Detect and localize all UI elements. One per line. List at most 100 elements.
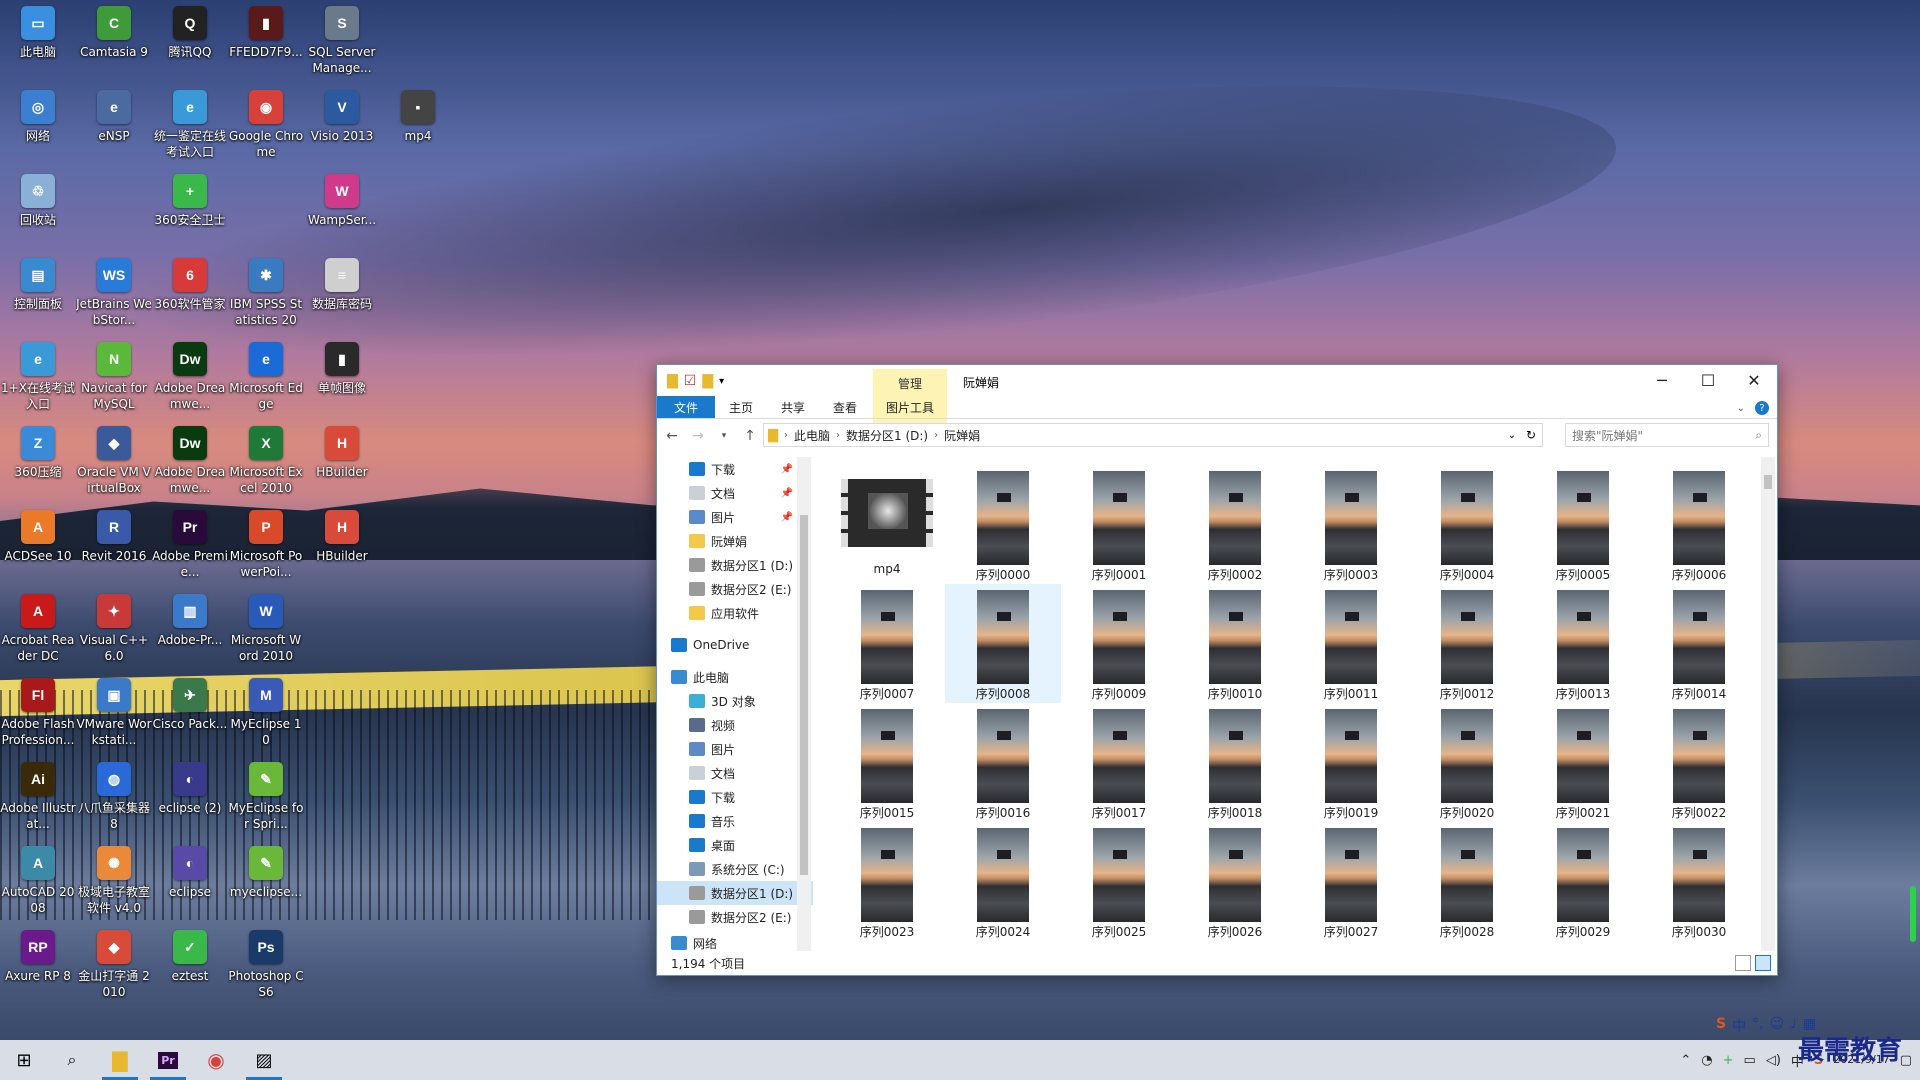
file-item[interactable]: 序列0025 (1061, 822, 1177, 941)
close-button[interactable]: ✕ (1731, 365, 1777, 395)
nav-item[interactable]: 图片 📌 (657, 505, 813, 529)
ime-mode-label[interactable]: 中 (1732, 1016, 1746, 1036)
mic-icon[interactable]: ♩ (1790, 1016, 1797, 1036)
desktop-icon[interactable]: Ai Adobe Illustrat... (0, 758, 76, 838)
tab-file[interactable]: 文件 (657, 396, 716, 418)
expand-ribbon-icon[interactable]: ⌄ (1737, 403, 1745, 414)
desktop-icon[interactable]: W WampSer... (304, 170, 380, 250)
desktop-icon[interactable]: A Acrobat Reader DC (0, 590, 76, 670)
desktop-icon[interactable]: ◍ 八爪鱼采集器 8 (76, 758, 152, 838)
speaker-icon[interactable]: ◁) (1766, 1053, 1781, 1068)
desktop-icon[interactable]: H HBuilder (304, 422, 380, 502)
details-view-button[interactable] (1735, 955, 1751, 971)
file-item[interactable]: 序列0027 (1293, 822, 1409, 941)
file-item[interactable]: 序列0007 (829, 584, 945, 703)
properties-icon[interactable]: ☑ (684, 373, 697, 389)
file-item[interactable]: 序列0024 (945, 822, 1061, 941)
notification-icon[interactable]: ◔ (1701, 1053, 1712, 1068)
desktop-icon[interactable]: ◆ 金山打字通 2010 (76, 926, 152, 1006)
nav-item[interactable]: 数据分区1 (D:) (657, 881, 813, 905)
tab-view[interactable]: 查看 (819, 396, 871, 418)
breadcrumb-this-pc[interactable]: 此电脑 (794, 427, 830, 444)
minimize-button[interactable]: ─ (1639, 365, 1685, 395)
file-item[interactable]: 序列0019 (1293, 703, 1409, 822)
desktop-icon[interactable]: ▮ FFEDD7F9... (228, 2, 304, 82)
large-icons-view-button[interactable] (1755, 955, 1771, 971)
desktop-icon[interactable]: Pr Adobe Premie... (152, 506, 228, 586)
desktop-icon[interactable]: ▥ Adobe-Pr... (152, 590, 228, 670)
desktop-icon[interactable]: Dw Adobe Dreamwe... (152, 422, 228, 502)
desktop-icon[interactable]: C Camtasia 9 (76, 2, 152, 82)
tab-home[interactable]: 主页 (715, 396, 767, 418)
file-item[interactable]: 序列0013 (1525, 584, 1641, 703)
taskbar-file-explorer[interactable]: ▇ (96, 1040, 144, 1080)
file-item[interactable]: 序列0026 (1177, 822, 1293, 941)
file-item[interactable]: 序列0003 (1293, 465, 1409, 584)
address-dropdown-icon[interactable]: ⌄ (1508, 430, 1516, 441)
file-item[interactable]: 序列0017 (1061, 703, 1177, 822)
desktop-icon[interactable]: ✎ myeclipse... (228, 842, 304, 922)
desktop-icon[interactable]: V Visio 2013 (304, 86, 380, 166)
sogou-icon[interactable]: S (1716, 1016, 1726, 1036)
desktop-icon[interactable]: Fl Adobe Flash Profession... (0, 674, 76, 754)
desktop-icon[interactable]: ✎ MyEclipse for Spri... (228, 758, 304, 838)
desktop-icon[interactable]: A ACDSee 10 (0, 506, 76, 586)
title-bar[interactable]: ▇ ☑ ▇ ▾ 管理 阮婵娟 ─ ☐ ✕ (657, 365, 1777, 423)
file-item[interactable]: 序列0008 (945, 584, 1061, 703)
file-item[interactable]: mp4 (829, 465, 945, 584)
desktop-icon[interactable]: Q 腾讯QQ (152, 2, 228, 82)
nav-item[interactable]: 此电脑 (657, 665, 813, 689)
file-item[interactable]: 序列0030 (1641, 822, 1757, 941)
punctuation-icon[interactable]: °, (1752, 1016, 1763, 1036)
desktop-icon[interactable]: e 1+X在线考试入口 (0, 338, 76, 418)
breadcrumb-folder[interactable]: 阮婵娟 (944, 427, 980, 444)
chevron-down-icon[interactable]: ▾ (719, 376, 724, 387)
desktop-icon[interactable]: ✈ Cisco Pack... (152, 674, 228, 754)
desktop-icon[interactable]: R Revit 2016 (76, 506, 152, 586)
network-icon[interactable]: ▭ (1744, 1053, 1756, 1068)
file-item[interactable]: 序列0000 (945, 465, 1061, 584)
desktop-icon[interactable]: 6 360软件管家 (152, 254, 228, 334)
nav-item[interactable]: 阮婵娟 (657, 529, 813, 553)
desktop-icon[interactable]: X Microsoft Excel 2010 (228, 422, 304, 502)
desktop-icon[interactable]: ✱ IBM SPSS Statistics 20 (228, 254, 304, 334)
file-item[interactable]: 序列0001 (1061, 465, 1177, 584)
nav-item[interactable]: 3D 对象 (657, 689, 813, 713)
desktop-icon[interactable]: ♲ 回收站 (0, 170, 76, 250)
file-item[interactable]: 序列0018 (1177, 703, 1293, 822)
file-item[interactable]: 序列0002 (1177, 465, 1293, 584)
recent-locations-icon[interactable]: ▾ (715, 431, 733, 441)
desktop-icon[interactable]: ▪ mp4 (380, 86, 456, 166)
desktop-icon[interactable]: ✺ 极域电子教室软件 v4.0 2... (76, 842, 152, 922)
new-folder-icon[interactable]: ▇ (702, 373, 713, 389)
search-icon[interactable]: ⌕ (48, 1040, 96, 1080)
chevron-right-icon[interactable]: › (934, 430, 938, 441)
file-item[interactable]: 序列0020 (1409, 703, 1525, 822)
desktop-icon[interactable]: RP Axure RP 8 (0, 926, 76, 1006)
maximize-button[interactable]: ☐ (1685, 365, 1731, 395)
breadcrumb-drive[interactable]: 数据分区1 (D:) (846, 427, 928, 444)
nav-item[interactable]: 应用软件 (657, 601, 813, 625)
file-item[interactable]: 序列0014 (1641, 584, 1757, 703)
nav-item[interactable]: 视频 (657, 713, 813, 737)
desktop-icon[interactable]: M MyEclipse 10 (228, 674, 304, 754)
desktop-icon[interactable]: ▤ 控制面板 (0, 254, 76, 334)
desktop-icon[interactable]: ◆ Oracle VM VirtualBox (76, 422, 152, 502)
desktop-icon[interactable]: e 统一鉴定在线考试入口 (152, 86, 228, 166)
desktop-icon[interactable]: ◉ Google Chrome (228, 86, 304, 166)
file-item[interactable]: 序列0004 (1409, 465, 1525, 584)
file-item[interactable]: 序列0021 (1525, 703, 1641, 822)
desktop-icon[interactable]: ≡ 数据库密码 (304, 254, 380, 334)
taskbar-premiere[interactable]: Pr (144, 1040, 192, 1080)
nav-item[interactable]: 下载 📌 (657, 457, 813, 481)
desktop-icon[interactable]: Dw Adobe Dreamwe... (152, 338, 228, 418)
address-bar[interactable]: ▇ › 此电脑 › 数据分区1 (D:) › 阮婵娟 ⌄ ↻ (763, 423, 1543, 447)
start-button[interactable]: ⊞ (0, 1040, 48, 1080)
file-item[interactable]: 序列0015 (829, 703, 945, 822)
nav-item[interactable]: 文档 (657, 761, 813, 785)
desktop-icon[interactable]: ◐ eclipse (2) (152, 758, 228, 838)
taskbar-photos[interactable]: ▨ (240, 1040, 288, 1080)
nav-item[interactable]: 系统分区 (C:) (657, 857, 813, 881)
tab-manage[interactable]: 管理 (873, 375, 947, 392)
nav-item[interactable]: 下载 (657, 785, 813, 809)
